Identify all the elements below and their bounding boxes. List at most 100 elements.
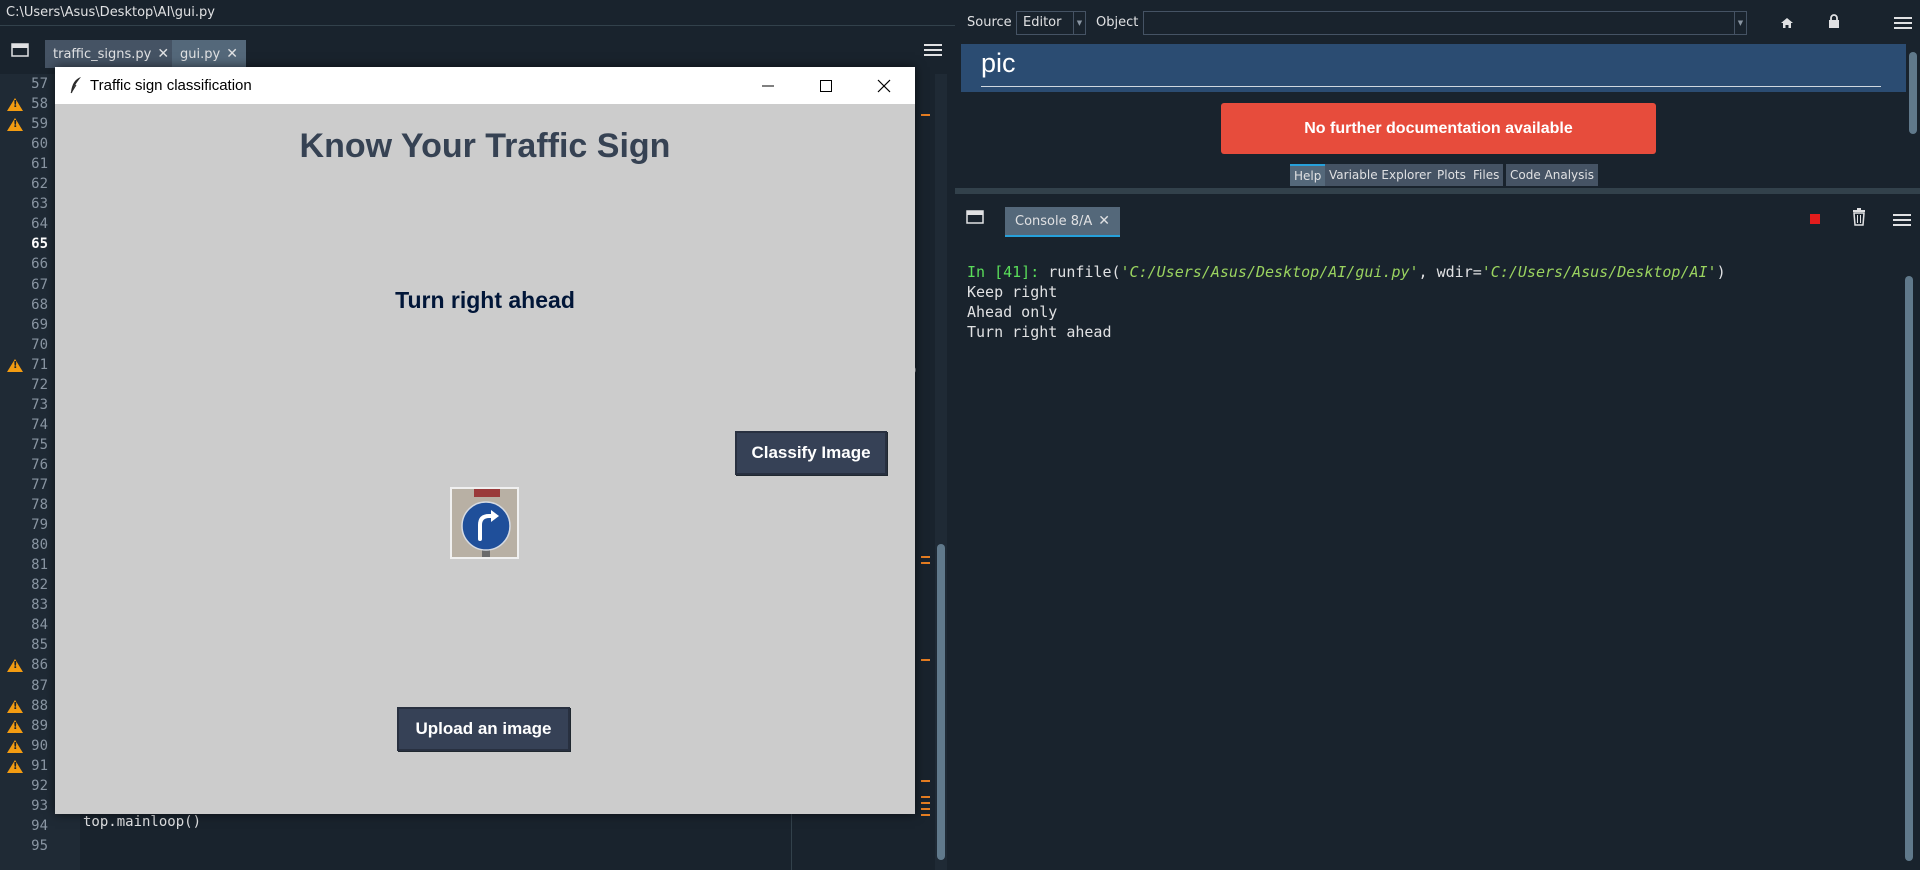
window-title-bar[interactable]: Traffic sign classification xyxy=(55,67,915,104)
no-doc-banner: No further documentation available xyxy=(1221,103,1656,154)
file-path-bar: C:\Users\Asus\Desktop\AI\gui.py xyxy=(0,0,955,26)
command-prefix: runfile( xyxy=(1048,263,1121,281)
pane-tab-bar: Help Variable Explorer Plots Files Code … xyxy=(955,162,1920,186)
line-number: 82 xyxy=(31,577,48,594)
close-icon[interactable]: ✕ xyxy=(157,40,169,68)
line-number: 70 xyxy=(31,336,48,353)
console-output-line: Ahead only xyxy=(967,303,1058,321)
browse-tabs-icon[interactable] xyxy=(965,208,985,230)
command-arg-wdir: 'C:/Users/Asus/Desktop/AI' xyxy=(1481,263,1717,281)
help-scrollbar[interactable] xyxy=(1906,44,1920,162)
line-number: 65 xyxy=(31,236,48,253)
source-value: Editor xyxy=(1023,15,1062,30)
console-output-line: Keep right xyxy=(967,283,1058,301)
chevron-down-icon: ▼ xyxy=(1734,12,1746,34)
warning-icon[interactable] xyxy=(7,699,23,713)
help-header: pic xyxy=(961,44,1906,92)
chevron-down-icon: ▼ xyxy=(1073,12,1085,34)
line-number: 93 xyxy=(31,797,48,814)
console-tab-label: Console 8/A xyxy=(1015,214,1093,229)
line-number: 72 xyxy=(31,376,48,393)
tab-code-analysis[interactable]: Code Analysis xyxy=(1506,164,1598,186)
line-number: 79 xyxy=(31,517,48,534)
trash-icon[interactable] xyxy=(1852,208,1866,226)
warning-mark xyxy=(921,562,930,564)
app-heading: Know Your Traffic Sign xyxy=(299,127,671,165)
console-scrollbar[interactable] xyxy=(1902,246,1916,870)
warning-mark xyxy=(921,796,930,798)
console-prompt: In [41]: xyxy=(967,263,1040,281)
maximize-button[interactable] xyxy=(797,67,855,104)
tab-traffic-signs[interactable]: traffic_signs.py ✕ xyxy=(45,40,178,68)
line-number: 75 xyxy=(31,436,48,453)
line-number: 77 xyxy=(31,477,48,493)
warning-icon[interactable] xyxy=(7,739,23,753)
line-number: 68 xyxy=(31,296,48,313)
command-separator: , wdir= xyxy=(1418,263,1482,281)
classify-image-button[interactable]: Classify Image xyxy=(735,431,887,475)
help-content: pic No further documentation available xyxy=(961,44,1906,154)
line-number: 73 xyxy=(31,396,48,413)
warning-mark xyxy=(921,802,930,804)
line-number: 62 xyxy=(31,176,48,193)
source-label: Source xyxy=(967,15,1012,30)
line-number: 92 xyxy=(31,777,48,794)
warning-icon[interactable] xyxy=(7,759,23,773)
horizontal-splitter[interactable] xyxy=(955,188,1920,194)
tab-console[interactable]: Console 8/A ✕ xyxy=(1005,207,1121,237)
traffic-sign-window: Traffic sign classification Know Your Tr… xyxy=(55,67,915,814)
warning-icon[interactable] xyxy=(7,118,23,132)
tab-label: gui.py xyxy=(180,47,221,62)
code-line-94: top.mainloop() xyxy=(83,814,202,830)
line-number: 95 xyxy=(31,837,48,854)
turn-right-ahead-sign-icon xyxy=(450,487,519,559)
warning-icon[interactable] xyxy=(7,659,23,673)
close-icon[interactable]: ✕ xyxy=(226,40,238,68)
tab-variable-explorer[interactable]: Variable Explorer xyxy=(1325,164,1436,186)
warning-mark xyxy=(921,780,930,782)
line-number: 69 xyxy=(31,316,48,333)
line-number: 67 xyxy=(31,276,48,293)
classification-result: Turn right ahead xyxy=(395,287,575,313)
help-options-icon[interactable] xyxy=(1894,17,1912,31)
warning-mark xyxy=(921,556,930,558)
editor-scrollbar[interactable] xyxy=(935,74,947,870)
tab-files[interactable]: Files xyxy=(1469,164,1504,186)
scrollbar-thumb[interactable] xyxy=(1909,52,1917,134)
tab-help[interactable]: Help xyxy=(1290,164,1326,186)
stop-icon[interactable] xyxy=(1810,214,1820,224)
line-number: 66 xyxy=(31,256,48,273)
tab-plots[interactable]: Plots xyxy=(1433,164,1470,186)
browse-tabs-icon[interactable] xyxy=(10,41,30,59)
right-pane: Source Editor ▼ Object ▼ pic No further … xyxy=(955,0,1920,870)
scrollbar-thumb[interactable] xyxy=(1905,276,1913,861)
ipython-console[interactable]: In [41]: runfile('C:/Users/Asus/Desktop/… xyxy=(961,246,1901,870)
line-number: 84 xyxy=(31,617,48,634)
warning-icon[interactable] xyxy=(7,98,23,112)
editor-options-icon[interactable] xyxy=(924,44,942,58)
line-number: 74 xyxy=(31,416,48,433)
close-icon[interactable]: ✕ xyxy=(1098,213,1110,229)
console-options-icon[interactable] xyxy=(1893,214,1911,228)
home-icon[interactable] xyxy=(1780,15,1794,34)
line-number: 87 xyxy=(31,677,48,694)
command-arg-file: 'C:/Users/Asus/Desktop/AI/gui.py' xyxy=(1120,263,1419,281)
line-number: 78 xyxy=(31,497,48,514)
console-output-line: Turn right ahead xyxy=(967,323,1112,341)
source-select[interactable]: Editor ▼ xyxy=(1016,11,1086,35)
line-number: 81 xyxy=(31,557,48,574)
desktop-root: C:\Users\Asus\Desktop\AI\gui.py traffic_… xyxy=(0,0,1920,870)
minimize-button[interactable] xyxy=(739,67,797,104)
tab-gui[interactable]: gui.py ✕ xyxy=(172,40,246,68)
lock-icon[interactable] xyxy=(1827,14,1841,33)
upload-image-button[interactable]: Upload an image xyxy=(397,707,570,751)
line-number: 83 xyxy=(31,597,48,614)
object-input[interactable]: ▼ xyxy=(1143,11,1747,35)
line-number: 63 xyxy=(31,196,48,213)
warning-icon[interactable] xyxy=(7,719,23,733)
line-number: 85 xyxy=(31,637,48,654)
line-number: 57 xyxy=(31,76,48,92)
scrollbar-thumb[interactable] xyxy=(937,544,945,860)
warning-icon[interactable] xyxy=(7,358,23,372)
close-window-button[interactable] xyxy=(855,67,913,104)
